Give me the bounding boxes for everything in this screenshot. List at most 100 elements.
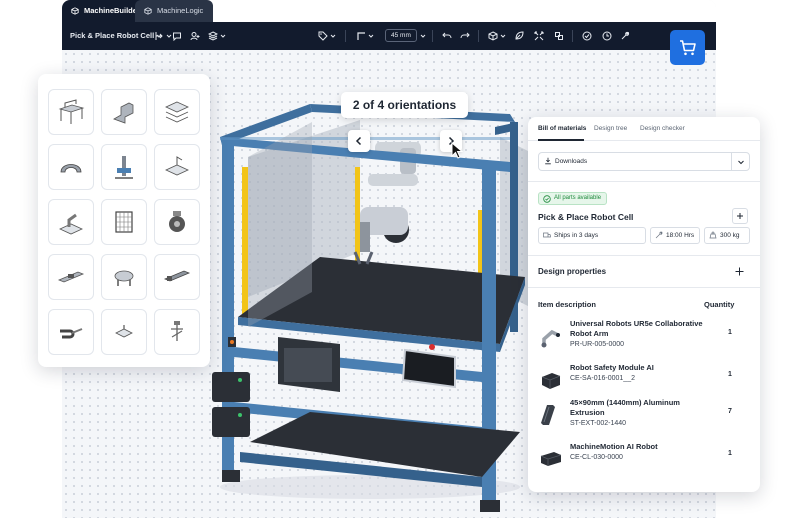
machine-3d-view[interactable]: [200, 82, 540, 518]
chevron-down-icon: [500, 34, 506, 38]
palette-tile-wheel[interactable]: [154, 199, 200, 245]
zoom-select[interactable]: 45 mm: [385, 29, 417, 42]
layers-button[interactable]: [208, 30, 226, 42]
user-add-icon: [190, 32, 200, 41]
project-title: Pick & Place Robot Cell: [70, 31, 155, 40]
bom-row[interactable]: Robot Safety Module AI CE-SA-016-0001__2…: [528, 363, 760, 403]
zoom-dropdown[interactable]: [420, 30, 426, 42]
grid-panel-icon: [115, 211, 133, 233]
bracket-icon: [113, 102, 134, 124]
tab-design-checker[interactable]: Design checker: [640, 125, 685, 132]
bom-row[interactable]: Universal Robots UR5e Collaborative Robo…: [528, 319, 760, 359]
layers-icon: [208, 31, 218, 41]
palette-tile-conveyor-plate[interactable]: [154, 144, 200, 190]
palette-tile-rail[interactable]: [48, 254, 94, 300]
palette-tile-handle[interactable]: [48, 144, 94, 190]
item-sku: CE-CL-030-0000: [570, 454, 623, 461]
tools-button[interactable]: [620, 30, 630, 42]
palette-tile-plates[interactable]: [154, 89, 200, 135]
frame-tool-button[interactable]: [356, 30, 374, 42]
robot-arm-icon: [541, 329, 560, 348]
palette-tile-robot-arm[interactable]: [48, 199, 94, 245]
comment-button[interactable]: [172, 30, 182, 42]
item-quantity: 1: [728, 371, 732, 378]
downloads-dropdown[interactable]: [731, 153, 749, 170]
palette-tile-fastener[interactable]: [154, 309, 200, 355]
snap-icon: [555, 32, 563, 40]
palette-tile-gripper[interactable]: [101, 254, 147, 300]
controller-icon: [540, 452, 562, 466]
align-tool-button[interactable]: [154, 30, 172, 42]
item-quantity: 1: [728, 329, 732, 336]
active-tab-indicator: [538, 139, 584, 141]
divider: [528, 255, 760, 256]
gantry-icon: [115, 156, 133, 179]
cart-icon: [679, 39, 696, 55]
align-icon: [155, 32, 163, 40]
cube-icon: [71, 7, 79, 15]
palette-tile-grid-panel[interactable]: [101, 199, 147, 245]
check-button[interactable]: [582, 30, 592, 42]
item-name: Universal Robots UR5e Collaborative Robo…: [570, 319, 703, 338]
cart-button[interactable]: [670, 30, 705, 65]
item-sku: PR-UR-005-0000: [570, 341, 625, 348]
item-quantity: 1: [728, 450, 732, 457]
safety-module-icon: [541, 373, 561, 389]
bom-row[interactable]: MachineMotion AI Robot CE-CL-030-0000 1: [528, 442, 760, 482]
redo-button[interactable]: [460, 30, 470, 42]
mouse-cursor-icon: [451, 142, 464, 159]
weight-label: 300 kg: [720, 232, 740, 239]
clock-icon: [602, 31, 612, 41]
toolbar: Pick & Place Robot Cell 45 mm: [62, 22, 716, 50]
snap-button[interactable]: [554, 30, 564, 42]
toolbar-separator: [478, 30, 479, 42]
palette-tile-clamp[interactable]: [101, 309, 147, 355]
divider: [528, 287, 760, 288]
linear-actuator-icon: [163, 270, 191, 282]
undo-button[interactable]: [442, 30, 452, 42]
item-description-header: Item description: [538, 300, 596, 309]
product-name: Pick & Place Robot Cell: [538, 212, 634, 222]
user-add-button[interactable]: [190, 30, 200, 42]
item-name: 45×90mm (1440mm) Aluminum Extrusion: [570, 398, 680, 417]
redo-icon: [460, 32, 470, 39]
chevron-down-icon: [420, 34, 426, 38]
palette-tile-gantry[interactable]: [101, 144, 147, 190]
cable-chain-icon: [60, 328, 83, 339]
view-cube-button[interactable]: [488, 30, 506, 42]
rail-icon: [57, 271, 85, 283]
assembly-time-chip: 18:00 Hrs: [650, 227, 700, 244]
previous-orientation-button[interactable]: [348, 130, 370, 152]
tab-machinelogic[interactable]: MachineLogic: [135, 0, 214, 22]
wrench-icon: [655, 231, 663, 239]
undo-icon: [442, 32, 452, 39]
tab-design-tree[interactable]: Design tree: [594, 125, 627, 132]
add-product-button[interactable]: [732, 208, 748, 224]
plus-icon[interactable]: [735, 267, 744, 276]
palette-tile-linear-actuator[interactable]: [154, 254, 200, 300]
wheel-icon: [169, 211, 185, 232]
item-sku: ST-EXT-002-1440: [570, 420, 627, 427]
tab-label: MachineLogic: [157, 6, 204, 15]
frame-icon: [357, 32, 365, 40]
marketing-composition: MachineBuilder MachineLogic Pick & Place…: [0, 0, 800, 518]
project-selector[interactable]: Pick & Place Robot Cell: [70, 30, 162, 42]
chevron-down-icon: [368, 34, 374, 38]
toolbar-separator: [432, 30, 433, 42]
palette-tile-workbench[interactable]: [48, 89, 94, 135]
tab-bill-of-materials[interactable]: Bill of materials: [538, 125, 586, 132]
weight-chip: 300 kg: [704, 227, 750, 244]
palette-tile-bracket[interactable]: [101, 89, 147, 135]
quantity-header: Quantity: [704, 300, 735, 309]
toolbar-separator: [345, 30, 346, 42]
palette-tile-cable-chain[interactable]: [48, 309, 94, 355]
material-button[interactable]: [514, 30, 524, 42]
timer-button[interactable]: [602, 30, 612, 42]
bom-row[interactable]: 45×90mm (1440mm) Aluminum Extrusion ST-E…: [528, 398, 760, 438]
fit-view-button[interactable]: [534, 30, 544, 42]
tag-button[interactable]: [318, 30, 336, 42]
leaf-icon: [515, 31, 524, 40]
downloads-select[interactable]: Downloads: [538, 152, 750, 171]
expand-icon: [534, 31, 544, 41]
plus-icon: [737, 213, 743, 219]
